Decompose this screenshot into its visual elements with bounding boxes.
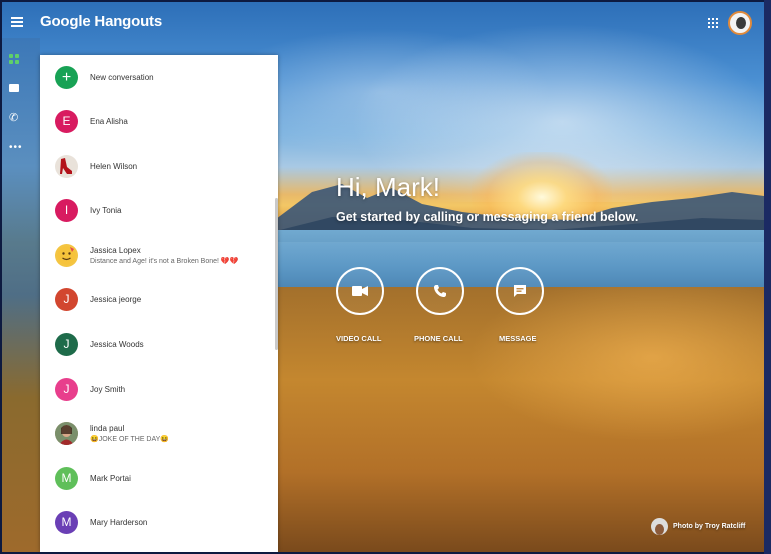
conversation-item[interactable]: I Ivy Tonia bbox=[40, 188, 278, 232]
contact-name: Ena Alisha bbox=[90, 116, 128, 126]
contact-photo bbox=[55, 421, 78, 445]
photo-credit[interactable]: Photo by Troy Ratcliff bbox=[651, 518, 745, 535]
contacts-icon[interactable] bbox=[9, 54, 19, 64]
app-title: Google Hangouts bbox=[40, 13, 162, 30]
message-label: MESSAGE bbox=[499, 334, 537, 343]
plus-icon: + bbox=[55, 65, 78, 89]
video-call-button[interactable] bbox=[336, 267, 384, 315]
apps-grid-icon[interactable] bbox=[708, 18, 718, 28]
conversation-item[interactable]: linda paul 😆JOKE OF THE DAY😆 bbox=[40, 411, 278, 455]
contact-name: Helen Wilson bbox=[90, 161, 138, 171]
photo-credit-text: Photo by Troy Ratcliff bbox=[673, 523, 746, 530]
last-message-preview: Distance and Age! it's not a Broken Bone… bbox=[90, 258, 239, 265]
contact-avatar: J bbox=[55, 377, 78, 401]
message-icon[interactable] bbox=[9, 84, 19, 94]
contact-avatar: M bbox=[55, 466, 78, 490]
conversation-item[interactable]: Helen Wilson bbox=[40, 144, 278, 188]
contact-avatar: J bbox=[55, 287, 78, 311]
phone-call-label: PHONE CALL bbox=[414, 334, 463, 343]
contact-name: Ivy Tonia bbox=[90, 205, 122, 215]
window-edge bbox=[764, 0, 771, 554]
conversation-item[interactable]: J Jessica Woods bbox=[40, 322, 278, 366]
last-message-preview: 😆JOKE OF THE DAY😆 bbox=[90, 436, 170, 443]
contact-avatar: I bbox=[55, 198, 78, 222]
contact-name: Mark Portai bbox=[90, 473, 131, 483]
phone-call-button[interactable] bbox=[416, 267, 464, 315]
account-avatar[interactable] bbox=[728, 11, 752, 35]
greeting-subtitle: Get started by calling or messaging a fr… bbox=[336, 210, 639, 224]
contact-name: Jassica Lopex bbox=[90, 246, 141, 255]
background-meadow bbox=[272, 287, 764, 552]
new-conversation-button[interactable]: + New conversation bbox=[40, 55, 278, 99]
hangouts-screen: Google Hangouts ✆ ••• + New conversation… bbox=[2, 2, 764, 552]
greeting-title: Hi, Mark! bbox=[336, 172, 440, 202]
contact-photo bbox=[55, 243, 78, 267]
conversation-list: + New conversation E Ena Alisha Helen Wils… bbox=[40, 55, 278, 552]
contact-name: Jessica jeorge bbox=[90, 294, 142, 304]
phone-icon bbox=[434, 285, 446, 297]
contact-photo bbox=[55, 154, 78, 178]
menu-icon[interactable] bbox=[11, 17, 23, 27]
contact-name: Joy Smith bbox=[90, 384, 126, 394]
conversation-item[interactable]: M Mark Portai bbox=[40, 456, 278, 500]
new-conversation-label: New conversation bbox=[90, 72, 154, 82]
contact-name: Jessica Woods bbox=[90, 339, 144, 349]
top-bar: Google Hangouts bbox=[2, 2, 764, 44]
video-call-label: VIDEO CALL bbox=[336, 334, 382, 343]
message-icon bbox=[514, 285, 526, 297]
contact-avatar: E bbox=[55, 109, 78, 133]
photographer-avatar bbox=[651, 518, 668, 535]
message-button[interactable] bbox=[496, 267, 544, 315]
conversation-item[interactable]: Jassica Lopex Distance and Age! it's not … bbox=[40, 233, 278, 277]
conversation-item[interactable]: E Ena Alisha bbox=[40, 99, 278, 143]
video-icon bbox=[352, 286, 368, 296]
conversation-item[interactable]: M Mary Harderson bbox=[40, 500, 278, 544]
conversation-item[interactable]: J Jessica jeorge bbox=[40, 277, 278, 321]
more-icon[interactable]: ••• bbox=[9, 143, 22, 153]
conversation-item[interactable]: J Joy Smith bbox=[40, 367, 278, 411]
contact-name: Mary Harderson bbox=[90, 517, 148, 527]
contact-avatar: J bbox=[55, 332, 78, 356]
contact-avatar: M bbox=[55, 510, 78, 534]
contact-name: linda paul bbox=[90, 424, 125, 433]
conversation-scrollbar[interactable] bbox=[275, 198, 278, 350]
phone-icon[interactable]: ✆ bbox=[9, 113, 19, 124]
